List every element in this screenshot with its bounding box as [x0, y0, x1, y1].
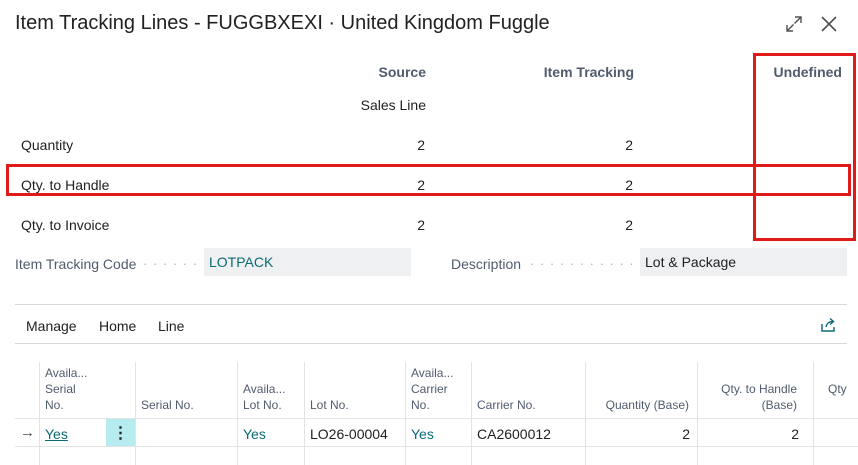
menu-line[interactable]: Line — [158, 318, 184, 334]
page-title: Item Tracking Lines - FUGGBXEXI · United… — [15, 12, 550, 34]
item-tracking-code-value[interactable]: LOTPACK — [209, 254, 273, 270]
col-quantity-base[interactable]: Quantity (Base) — [588, 397, 689, 413]
label-dots: · · · · · · · · · · — [143, 256, 199, 271]
description-field[interactable]: Lot & Package — [640, 248, 847, 276]
col-qty-to-handle-base[interactable]: Qty. to Handle (Base) — [698, 381, 797, 413]
grid-col-sep — [585, 362, 586, 465]
quantity-tracking-value: 2 — [625, 137, 633, 153]
undefined-column-highlight — [753, 53, 856, 241]
grid-col-sep — [304, 362, 305, 465]
close-icon[interactable] — [817, 12, 841, 36]
description-value: Lot & Package — [645, 254, 737, 270]
expand-icon[interactable] — [782, 12, 806, 36]
row-indicator-arrow-icon: → — [20, 424, 35, 441]
menu-home[interactable]: Home — [99, 318, 136, 334]
cell-avail-carrier[interactable]: Yes — [411, 426, 434, 442]
menu-manage[interactable]: Manage — [26, 318, 77, 334]
grid-col-sep — [813, 362, 814, 465]
cell-quantity-base[interactable]: 2 — [588, 426, 690, 442]
source-subtitle: Sales Line — [360, 97, 426, 113]
grid-col-sep — [237, 362, 238, 465]
col-avail-carrier[interactable]: Availa... Carrier No. — [411, 365, 453, 413]
row-label-qty-to-invoice: Qty. to Invoice — [21, 217, 110, 233]
col-carrier-no[interactable]: Carrier No. — [477, 397, 536, 413]
grid-col-sep — [405, 362, 406, 465]
header-source: Source — [378, 64, 426, 80]
cell-qty-to-handle-base[interactable]: 2 — [698, 426, 799, 442]
col-avail-serial[interactable]: Availa... Serial No. — [45, 365, 87, 413]
item-tracking-code-label: Item Tracking Code — [15, 256, 137, 272]
cell-avail-lot[interactable]: Yes — [243, 426, 266, 442]
grid-col-sep — [697, 362, 698, 465]
item-tracking-code-field[interactable]: LOTPACK — [204, 248, 411, 276]
row-actions-icon[interactable]: ⋮ — [106, 419, 135, 446]
row-label-quantity: Quantity — [21, 137, 74, 153]
col-qty-truncated[interactable]: Qty — [828, 381, 847, 397]
grid-col-sep — [39, 362, 40, 465]
col-lot-no[interactable]: Lot No. — [310, 397, 349, 413]
grid-col-sep — [471, 362, 472, 465]
menu-divider — [15, 343, 847, 344]
qty-to-invoice-source-value: 2 — [417, 217, 425, 233]
label-dots: · · · · · · · · · · · · · · · · · · — [530, 256, 634, 271]
grid-row-line — [15, 446, 858, 447]
cell-avail-serial[interactable]: Yes — [45, 426, 68, 442]
header-item-tracking: Item Tracking — [543, 64, 634, 80]
cell-lot-no[interactable]: LO26-00004 — [310, 426, 388, 442]
col-avail-lot[interactable]: Availa... Lot No. — [243, 381, 285, 413]
qty-to-invoice-tracking-value: 2 — [625, 217, 633, 233]
quantity-source-value: 2 — [417, 137, 425, 153]
description-label: Description — [451, 256, 522, 272]
grid-col-sep — [135, 362, 136, 465]
qty-to-handle-row-highlight — [6, 164, 851, 196]
grid-header-line — [15, 418, 858, 419]
share-icon[interactable] — [819, 316, 837, 334]
cell-carrier-no[interactable]: CA2600012 — [477, 426, 551, 442]
section-divider — [15, 304, 847, 305]
col-serial-no[interactable]: Serial No. — [141, 397, 194, 413]
